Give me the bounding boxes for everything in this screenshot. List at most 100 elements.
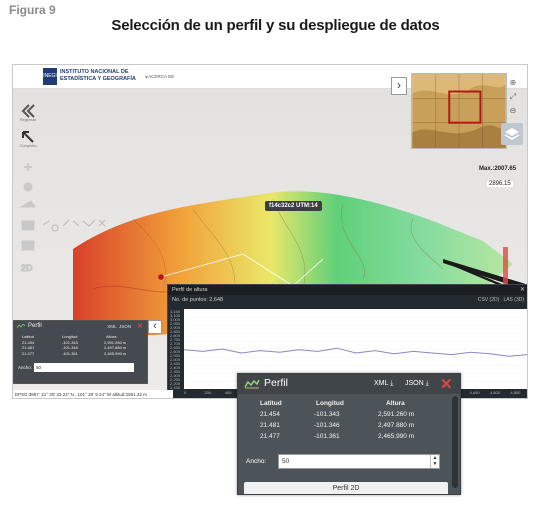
zoom-out-button[interactable]: ⊖ bbox=[507, 105, 519, 117]
current-altitude-label: 2896.15 bbox=[487, 181, 513, 187]
fullscreen-label: Completo bbox=[19, 143, 37, 148]
profile-chart-icon bbox=[244, 379, 260, 389]
ancho-stepper[interactable]: ▲ ▼ bbox=[430, 455, 439, 468]
table-cell: 2,465.990 m bbox=[378, 433, 415, 440]
svg-text:2D: 2D bbox=[21, 263, 33, 273]
column-header: Longitud bbox=[62, 334, 78, 339]
org-name: INSTITUTO NACIONAL DE ESTADÍSTICA Y GEOG… bbox=[60, 69, 136, 82]
x-tick-label: 4,800 bbox=[510, 390, 521, 395]
layers-icon bbox=[504, 128, 520, 140]
table-cell: 21.481 bbox=[22, 345, 35, 350]
close-icon[interactable]: ✕ bbox=[440, 375, 453, 393]
back-button[interactable]: Regresar bbox=[17, 103, 39, 125]
extent-button[interactable]: ⤢ bbox=[507, 91, 519, 103]
table-cell: 21.481 bbox=[260, 422, 280, 429]
small-perfil-title: Perfil bbox=[28, 323, 42, 329]
column-header: Altura bbox=[106, 334, 117, 339]
table-cell: 2,591.260 m bbox=[378, 411, 415, 418]
coords-table: Latitud Longitud Altura 21.454 -101.343 … bbox=[252, 400, 448, 444]
back-label: Regresar bbox=[19, 117, 37, 122]
profile-chart-icon bbox=[17, 324, 25, 329]
small-ancho-label: Ancho: bbox=[18, 365, 33, 370]
zoom-in-button[interactable]: ⊕ bbox=[507, 77, 519, 89]
column-header: Latitud bbox=[22, 334, 35, 339]
stepper-down-icon[interactable]: ▼ bbox=[431, 461, 439, 467]
json-export-button[interactable]: JSON ⤓ bbox=[405, 380, 429, 388]
small-coords-table: Latitud Longitud Altura 21.454 -101.343 … bbox=[20, 334, 140, 356]
y-axis-ticks: 3,150 3,100 3,000 2,950 2,900 2,850 2,800 2,750… bbox=[170, 309, 184, 390]
table-cell: 2,497.880 m bbox=[104, 345, 127, 350]
points-count: No. de puntos: 2,648 bbox=[172, 297, 224, 303]
perfil-2d-tab[interactable]: Perfil 2D bbox=[244, 482, 448, 494]
x-tick-label: 400 bbox=[224, 390, 232, 395]
table-row: 21.454 -101.343 2,591.260 m bbox=[252, 411, 448, 422]
zoom-controls: ⊕ ⤢ ⊖ bbox=[507, 77, 521, 119]
profile-series-line bbox=[184, 347, 527, 357]
small-close-button[interactable]: ✕ bbox=[137, 321, 143, 332]
table-cell: 21.454 bbox=[260, 411, 280, 418]
table-cell: -101.346 bbox=[314, 422, 340, 429]
table-cell: -101.361 bbox=[62, 350, 78, 356]
x-tick-label: 4,600 bbox=[490, 390, 501, 395]
x-tick-label: 200 bbox=[204, 390, 212, 395]
inegi-logo: INEGI bbox=[43, 68, 57, 85]
table-cell: -101.343 bbox=[314, 411, 340, 418]
tool-icons-faded: 2D bbox=[19, 163, 106, 274]
panel-scrollbar[interactable] bbox=[452, 396, 458, 488]
extent-icon: ⤢ bbox=[509, 92, 517, 101]
column-header: Latitud bbox=[260, 400, 282, 407]
expand-panel-button[interactable]: › bbox=[391, 77, 407, 95]
small-json-button[interactable]: JSON bbox=[119, 324, 131, 329]
x-tick-label: 4,400 bbox=[469, 390, 480, 395]
ancho-label: Ancho: bbox=[246, 458, 267, 465]
table-cell: -101.346 bbox=[62, 345, 78, 350]
perfil-panel-zoomed: Perfil XML ⤓ JSON ⤓ ✕ Latitud Longitud A… bbox=[237, 373, 461, 495]
app-screenshot: INEGI INSTITUTO NACIONAL DE ESTADÍSTICA … bbox=[12, 64, 528, 399]
table-row: 21.481 -101.346 2,497.880 m bbox=[252, 422, 448, 433]
small-export-links: XML JSON bbox=[107, 321, 131, 332]
small-xml-button[interactable]: XML bbox=[107, 324, 116, 329]
x-tick-label: 0 bbox=[184, 390, 187, 395]
table-cell: 2,465.990 m bbox=[104, 350, 127, 356]
small-perfil-header: Perfil XML JSON ✕ bbox=[14, 321, 147, 332]
download-icon: ⤓ bbox=[388, 380, 394, 387]
chevron-right-icon: › bbox=[397, 78, 401, 92]
table-cell: 21.454 bbox=[22, 339, 35, 345]
download-icon: ⤓ bbox=[423, 380, 429, 387]
table-cell: 2,497.880 m bbox=[378, 422, 415, 429]
table-cell: 21.477 bbox=[260, 433, 280, 440]
table-cell: -101.343 bbox=[62, 339, 78, 345]
profile-export-links: CSV (2D) LAS (3D) bbox=[478, 295, 524, 305]
export-csv-link[interactable]: CSV (2D) bbox=[478, 297, 499, 303]
column-header: Altura bbox=[386, 400, 405, 407]
minimap[interactable] bbox=[411, 73, 507, 149]
fullscreen-button[interactable]: Completo bbox=[17, 129, 39, 151]
figure-title: Selección de un perfil y su despliegue d… bbox=[111, 17, 440, 34]
max-altitude-label: Max.:2007.65 bbox=[479, 166, 517, 172]
table-header: Latitud Longitud Altura bbox=[252, 400, 448, 411]
perfil-title: Perfil bbox=[264, 377, 288, 389]
chevron-left-icon: ‹ bbox=[153, 320, 157, 332]
perfil-header: Perfil XML ⤓ JSON ⤓ ✕ bbox=[238, 374, 460, 394]
perfil-panel-small: Perfil XML JSON ✕ Latitud Longitud Altur… bbox=[13, 320, 148, 384]
zoom-in-icon: ⊕ bbox=[509, 78, 517, 87]
ancho-input[interactable]: 50 ▲ ▼ bbox=[278, 454, 440, 469]
ancho-value: 50 bbox=[282, 458, 290, 465]
profile-window-close-button[interactable]: ✕ bbox=[520, 285, 525, 295]
layers-button[interactable] bbox=[501, 123, 523, 145]
coordinates-status-bar: EPSG:3857: 21° 20' 33.24" N , 101° 20' 9… bbox=[13, 390, 173, 398]
figure-label: Figura 9 bbox=[9, 3, 56, 17]
xml-export-button[interactable]: XML ⤓ bbox=[374, 380, 393, 388]
export-las-link[interactable]: LAS (3D) bbox=[503, 297, 524, 303]
about-link[interactable]: ◂ ACERCA DE bbox=[145, 74, 174, 80]
column-header: Longitud bbox=[316, 400, 344, 407]
small-ancho-input[interactable]: 50 bbox=[34, 363, 134, 372]
profile-window-title: Perfil de altura bbox=[172, 287, 208, 293]
json-label: JSON bbox=[405, 380, 424, 387]
collapse-panel-button[interactable]: ‹ bbox=[148, 320, 162, 334]
map-tooltip: f14c32c2 UTM:14 bbox=[265, 201, 322, 211]
zoom-out-icon: ⊖ bbox=[509, 106, 517, 115]
table-cell: -101.361 bbox=[314, 433, 340, 440]
xml-label: XML bbox=[374, 380, 389, 387]
table-cell: 21.477 bbox=[22, 350, 35, 356]
